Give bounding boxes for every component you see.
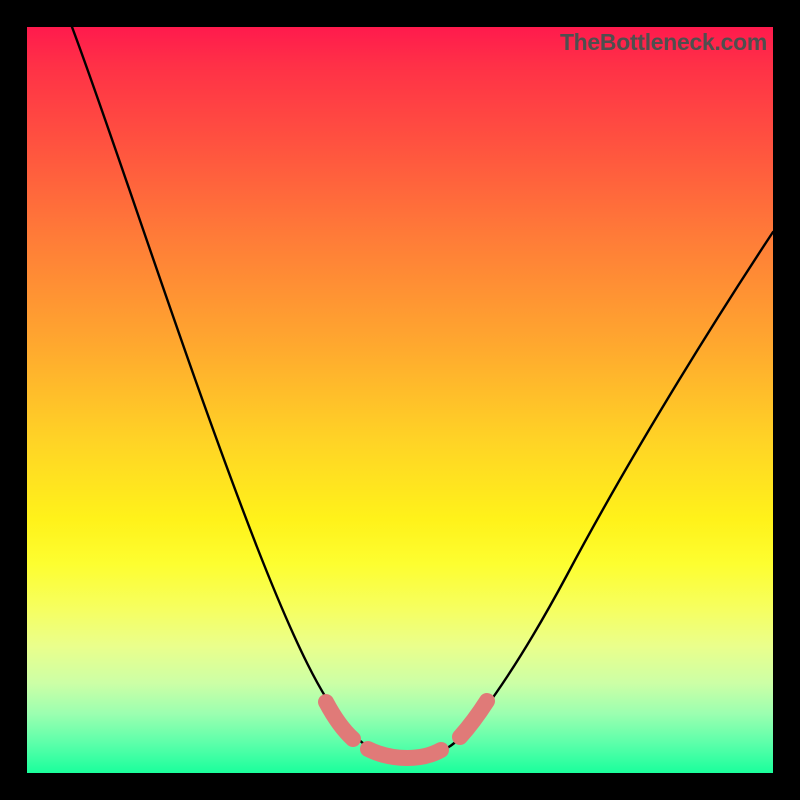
highlight-middle xyxy=(368,749,441,758)
curve-path xyxy=(72,27,773,756)
highlight-right xyxy=(460,701,487,737)
plot-area: TheBottleneck.com xyxy=(27,27,773,773)
chart-frame: TheBottleneck.com xyxy=(0,0,800,800)
bottleneck-curve xyxy=(27,27,773,773)
highlight-left xyxy=(326,702,353,739)
